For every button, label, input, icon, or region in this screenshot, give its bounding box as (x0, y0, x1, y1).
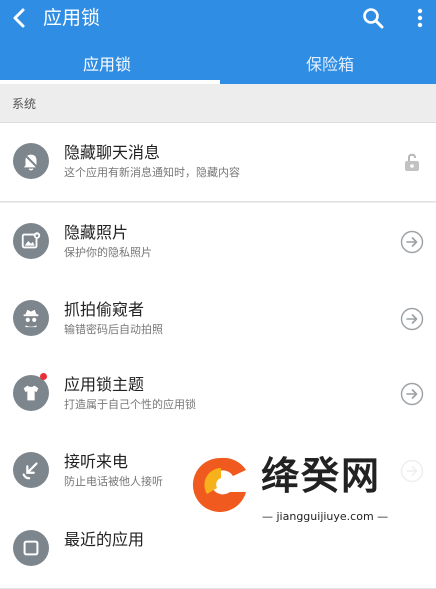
list-item-hide-messages[interactable]: 隐藏聊天消息 这个应用有新消息通知时，隐藏内容 (0, 123, 436, 202)
watermark-logo-icon (192, 457, 246, 512)
item-title: 隐藏聊天消息 (64, 143, 161, 162)
page-title: 应用锁 (43, 7, 101, 29)
search-icon[interactable] (361, 6, 385, 30)
arrow-right-circle-icon[interactable] (400, 382, 424, 406)
tshirt-icon (13, 375, 49, 411)
photo-lock-icon (13, 223, 49, 259)
item-title: 接听来电 (64, 452, 129, 471)
list-item-intruder-selfie[interactable]: 抓拍偷窥者 输错密码后自动拍照 (0, 280, 436, 359)
more-vert-icon[interactable] (408, 6, 432, 30)
app-bar: 应用锁 应用锁 保险箱 (0, 0, 436, 84)
incoming-call-icon (13, 452, 49, 488)
lock-open-icon[interactable] (400, 150, 424, 174)
item-description: 这个应用有新消息通知时，隐藏内容 (64, 166, 240, 179)
tab-vault[interactable]: 保险箱 (306, 54, 354, 76)
item-title: 抓拍偷窥者 (64, 300, 145, 319)
arrow-right-circle-icon[interactable] (400, 307, 424, 331)
section-label: 系统 (12, 97, 37, 111)
watermark-text: 绛癸网 (261, 454, 382, 498)
list-item-lock-theme[interactable]: 应用锁主题 打造属于自己个性的应用锁 (0, 355, 436, 434)
recent-apps-icon (13, 530, 49, 566)
back-arrow-icon[interactable] (8, 6, 32, 30)
bell-off-icon (13, 143, 49, 179)
arrow-right-circle-icon[interactable] (400, 230, 424, 254)
tab-app-lock[interactable]: 应用锁 (83, 54, 131, 76)
new-badge (40, 373, 47, 380)
item-description: 防止电话被他人接听 (64, 475, 163, 488)
item-description: 打造属于自己个性的应用锁 (64, 398, 196, 411)
watermark-url: — jiangguijiuye.com — (262, 510, 389, 523)
list-item-hide-photos[interactable]: 隐藏照片 保护你的隐私照片 (0, 203, 436, 282)
item-title: 最近的应用 (64, 530, 145, 549)
item-title: 应用锁主题 (64, 375, 145, 394)
watermark: 绛癸网 — jiangguijiuye.com — (186, 450, 436, 540)
item-title: 隐藏照片 (64, 223, 129, 242)
spy-icon (13, 300, 49, 336)
section-header: 系统 (0, 84, 436, 123)
item-description: 输错密码后自动拍照 (64, 323, 163, 336)
item-description: 保护你的隐私照片 (64, 246, 152, 259)
